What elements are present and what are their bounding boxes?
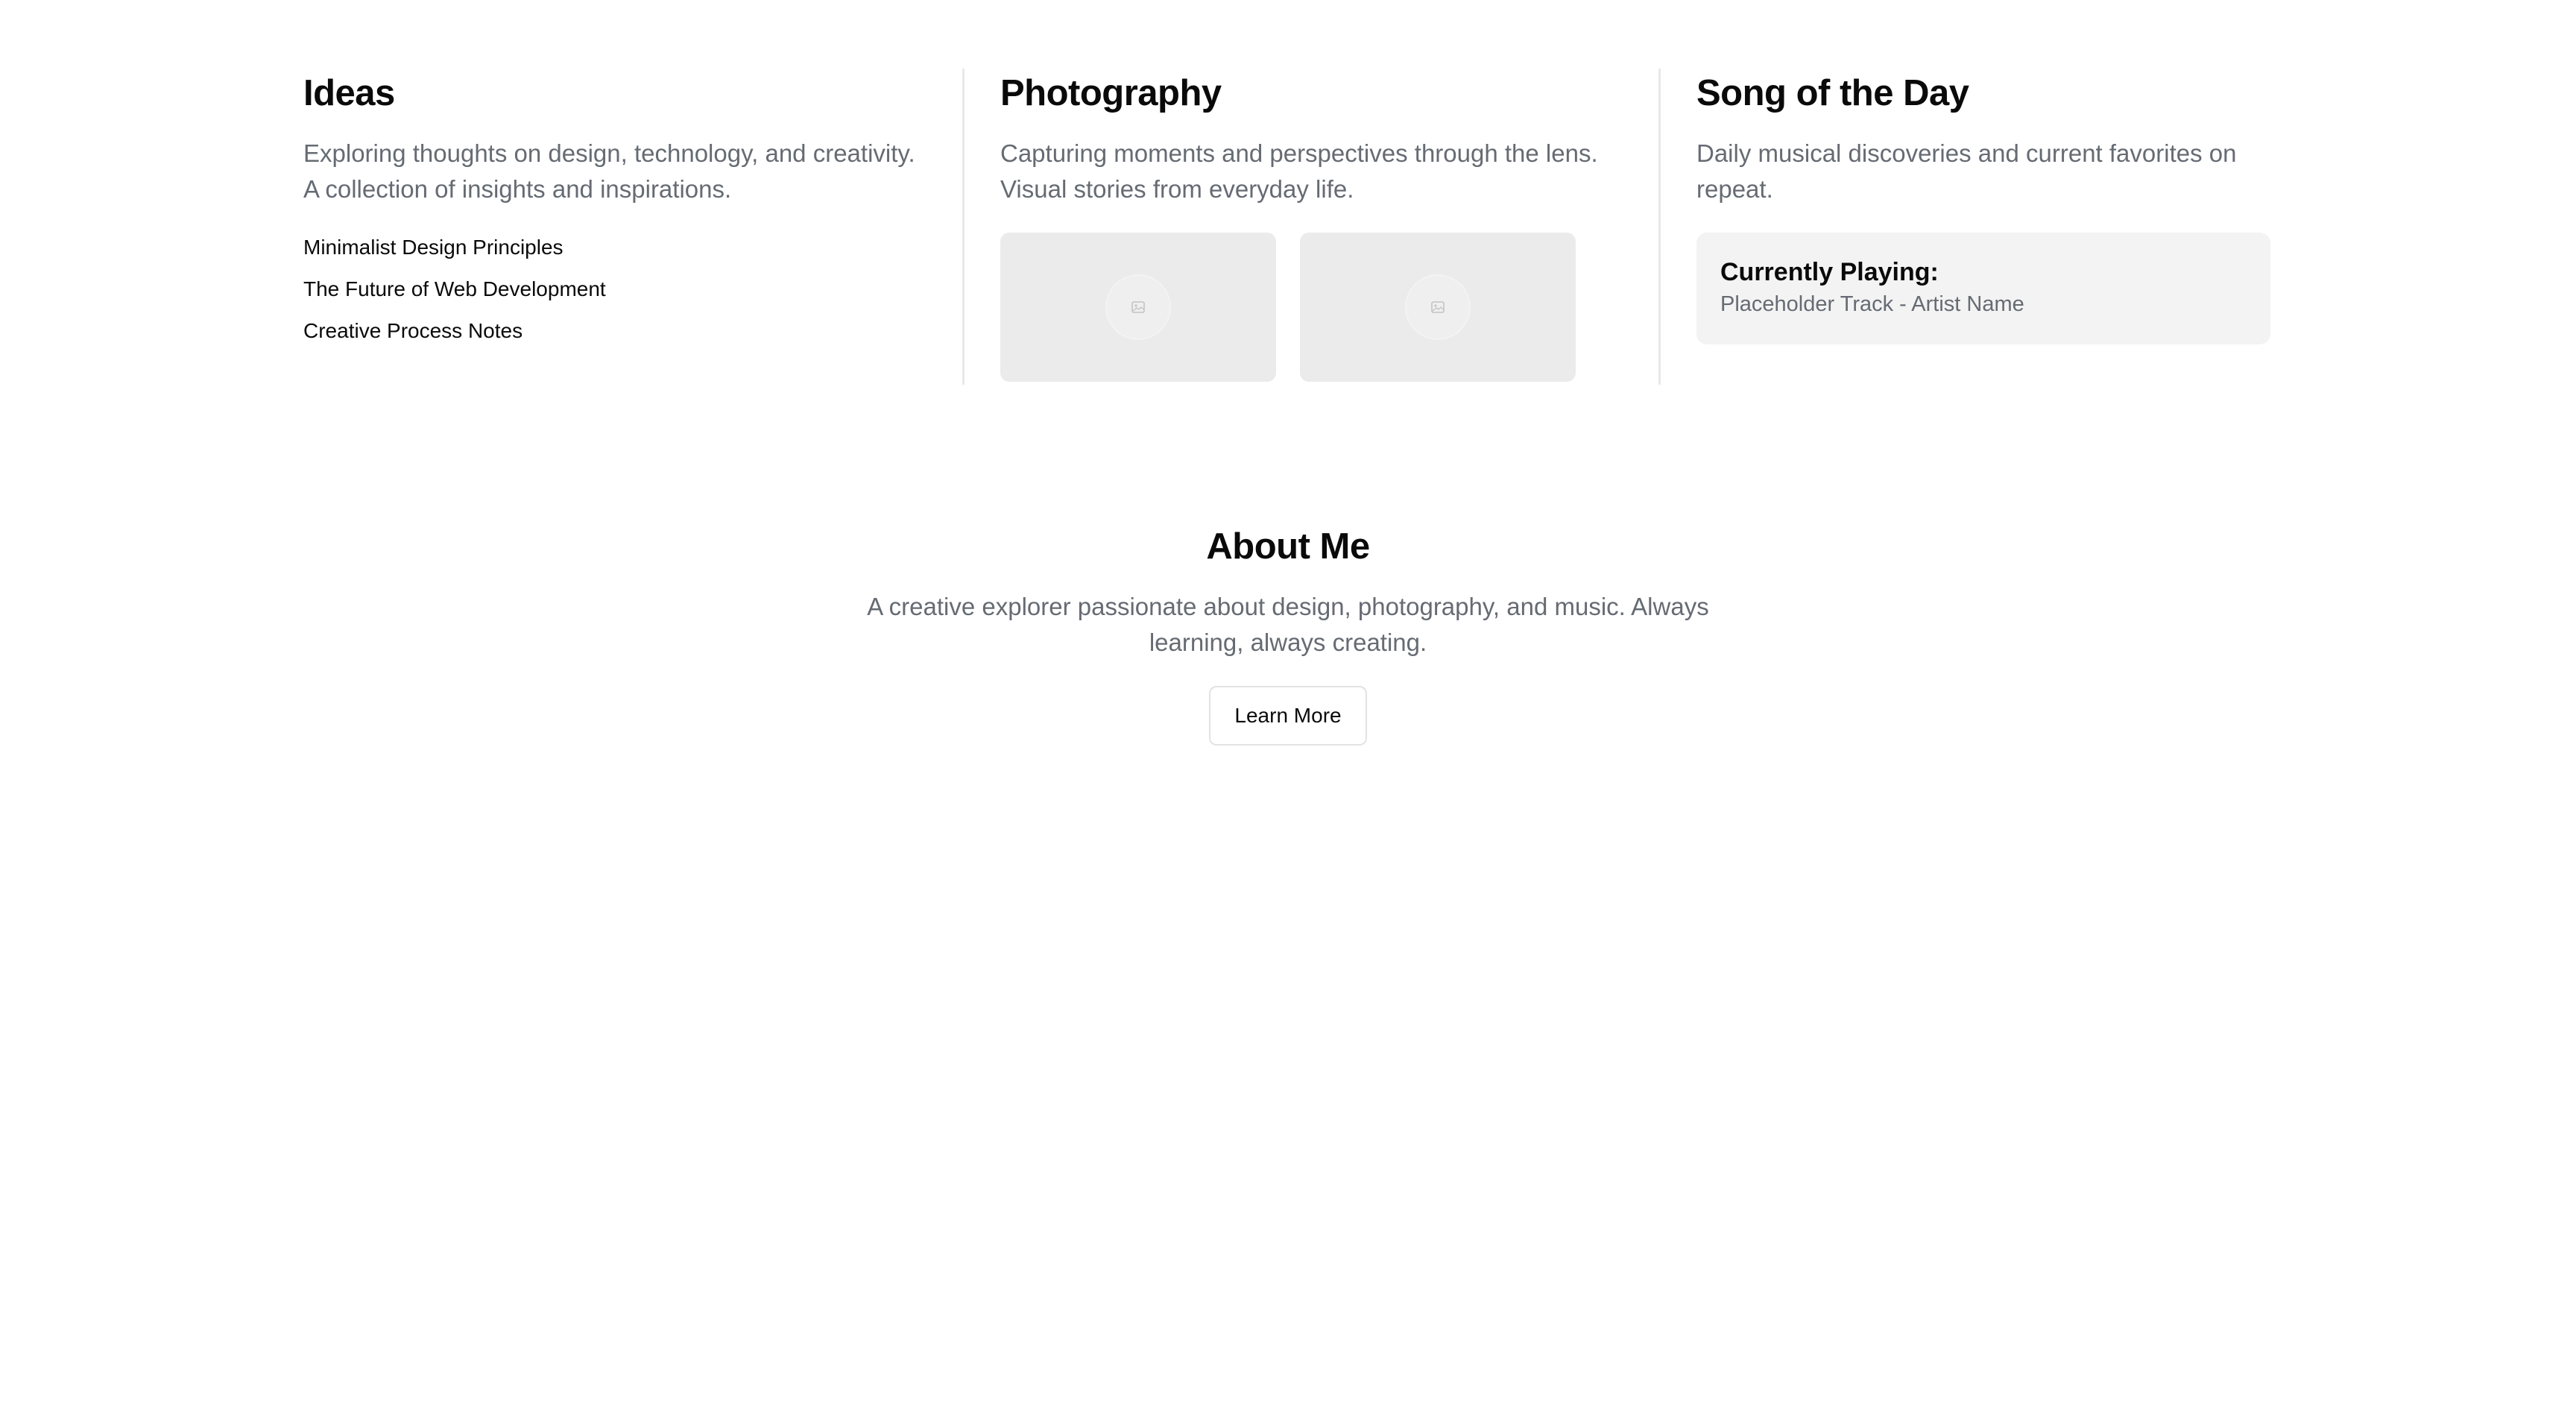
ideas-link-list: Minimalist Design Principles The Future … (303, 227, 926, 352)
now-playing-label: Currently Playing: (1720, 258, 1939, 286)
ideas-title: Ideas (303, 73, 395, 113)
now-playing-track: Placeholder Track - Artist Name (1720, 292, 2024, 316)
about-title: About Me (1206, 526, 1370, 567)
photography-title: Photography (1000, 73, 1222, 113)
ideas-section: Ideas Exploring thoughts on design, tech… (303, 69, 962, 385)
photo-placeholder[interactable] (1300, 233, 1576, 382)
ideas-description: Exploring thoughts on design, technology… (303, 139, 915, 203)
image-placeholder-icon (1105, 274, 1171, 340)
photo-grid (1000, 233, 1623, 382)
feature-columns: Ideas Exploring thoughts on design, tech… (303, 69, 2270, 385)
song-description: Daily musical discoveries and current fa… (1696, 139, 2237, 203)
learn-more-button[interactable]: Learn More (1209, 686, 1367, 746)
photography-section: Photography Capturing moments and perspe… (962, 69, 1658, 385)
song-section: Song of the Day Daily musical discoverie… (1658, 69, 2270, 385)
about-description: A creative explorer passionate about des… (867, 593, 1709, 656)
page: Ideas Exploring thoughts on design, tech… (0, 0, 2576, 1424)
ideas-link[interactable]: Creative Process Notes (303, 310, 926, 352)
ideas-link[interactable]: Minimalist Design Principles (303, 227, 926, 268)
photo-placeholder[interactable] (1000, 233, 1276, 382)
song-title: Song of the Day (1696, 73, 1969, 113)
about-section: About Me A creative explorer passionate … (0, 522, 2576, 746)
now-playing-card: Currently Playing: Placeholder Track - A… (1696, 233, 2270, 344)
image-placeholder-icon (1405, 274, 1471, 340)
ideas-link[interactable]: The Future of Web Development (303, 268, 926, 310)
photography-description: Capturing moments and perspectives throu… (1000, 139, 1598, 203)
